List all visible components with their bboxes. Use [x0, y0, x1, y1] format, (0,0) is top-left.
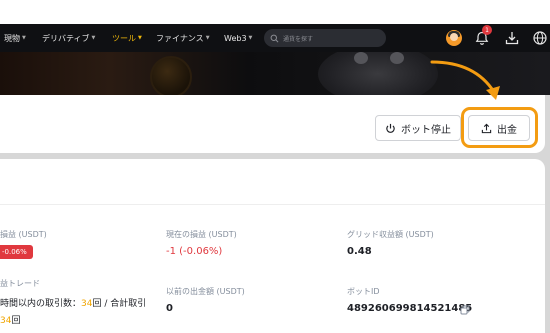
- withdraw-highlight: [461, 107, 538, 148]
- bot-id-value: 489260699814521485: [347, 303, 473, 314]
- current-pnl-value: -1 (-0.06%): [166, 246, 223, 257]
- chevron-down-icon: ▼: [22, 35, 26, 41]
- robot-eye: [390, 52, 404, 64]
- nav-web3[interactable]: Web3 ▼: [224, 24, 252, 52]
- avatar[interactable]: [446, 30, 462, 46]
- trades-mid: 回 / 合計取引: [92, 299, 147, 309]
- prev-withdraw-label: 以前の出金額 (USDT): [166, 287, 245, 296]
- annotation-arrow: [430, 60, 500, 100]
- trades-suffix: 回: [11, 316, 21, 326]
- nav-derivatives[interactable]: デリバティブ ▼: [42, 24, 95, 52]
- notification-badge: 1: [482, 25, 492, 35]
- prev-withdraw-value: 0: [166, 303, 173, 314]
- current-pnl-label: 現在の損益 (USDT): [166, 230, 237, 239]
- nav-spot[interactable]: 現物 ▼: [4, 24, 26, 52]
- trades-label: 益トレード: [0, 279, 40, 288]
- top-nav: 現物 ▼ デリバティブ ▼ ツール ▼ ファイナンス ▼ Web3 ▼ 通貨を探す 1: [0, 24, 550, 52]
- grid-profit-label: グリッド収益額 (USDT): [347, 230, 434, 239]
- trades-prefix: 時間以内の取引数：: [0, 299, 82, 309]
- nav-tools-label: ツール: [112, 33, 136, 43]
- chevron-down-icon: ▼: [205, 35, 210, 41]
- trades-total: 34回: [0, 313, 20, 326]
- trades-24h-count: 34: [81, 299, 93, 309]
- total-pnl-badge: -0.06%: [0, 245, 33, 259]
- nav-finance[interactable]: ファイナンス ▼: [156, 24, 210, 52]
- nav-web3-label: Web3: [224, 33, 247, 43]
- stop-bot-label: ボット停止: [401, 124, 451, 136]
- copy-icon[interactable]: [460, 305, 470, 315]
- search-placeholder: 通貨を探す: [283, 35, 314, 43]
- nav-finance-label: ファイナンス: [156, 33, 204, 43]
- nav-derivatives-label: デリバティブ: [42, 33, 90, 43]
- search-input[interactable]: 通貨を探す: [264, 29, 386, 47]
- robot-graphic: [318, 52, 438, 95]
- chevron-down-icon: ▼: [91, 35, 96, 41]
- coin-graphic: [150, 56, 192, 95]
- search-icon: [270, 34, 279, 42]
- nav-tools[interactable]: ツール ▼: [112, 24, 142, 52]
- top-strip: [0, 0, 550, 24]
- nav-spot-label: 現物: [4, 33, 20, 43]
- power-icon: [386, 123, 395, 133]
- avatar-face: [450, 33, 458, 41]
- chevron-down-icon: ▼: [138, 35, 142, 41]
- chevron-down-icon: ▼: [248, 35, 253, 41]
- grid-profit-value: 0.48: [347, 246, 372, 257]
- total-pnl-label: 損益 (USDT): [0, 230, 47, 239]
- trades-total-count: 34: [0, 316, 12, 326]
- divider: [0, 204, 545, 205]
- trades-count: 時間以内の取引数：34回 / 合計取引: [0, 296, 146, 309]
- download-icon[interactable]: [504, 30, 520, 46]
- globe-icon[interactable]: [532, 30, 548, 46]
- robot-eye: [354, 52, 368, 64]
- stop-bot-button[interactable]: ボット停止: [375, 115, 461, 141]
- bot-id-label: ボットID: [347, 287, 380, 296]
